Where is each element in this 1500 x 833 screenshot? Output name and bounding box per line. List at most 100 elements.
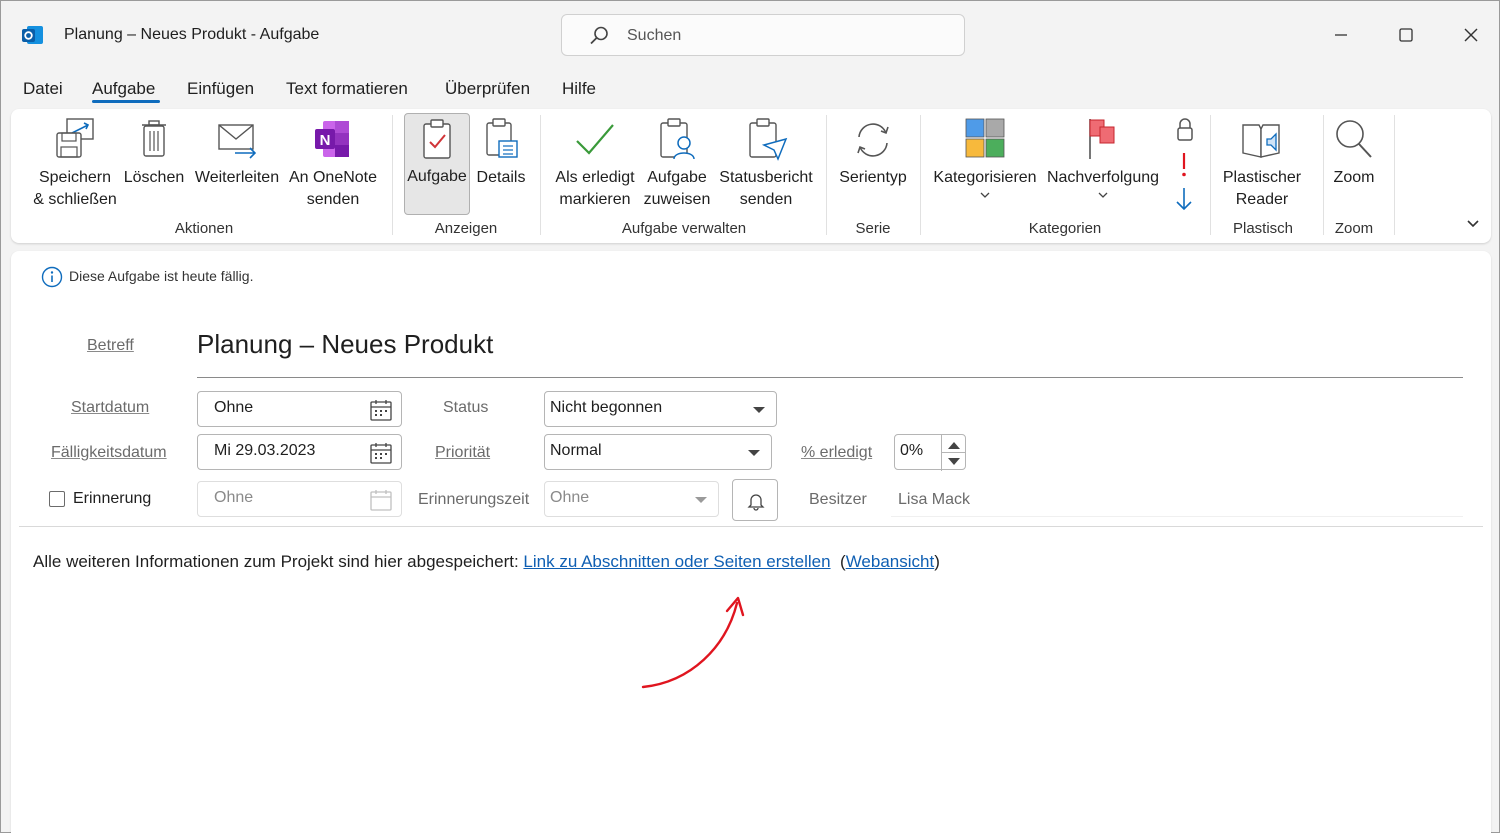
tab-ueberpruefen[interactable]: Überprüfen: [445, 79, 530, 99]
calendar-icon[interactable]: [369, 398, 393, 422]
assign-task-label-1: Aufgabe: [647, 169, 707, 186]
onenote-label-1: An OneNote: [288, 169, 378, 186]
recurrence-button[interactable]: Serientyp: [835, 117, 911, 189]
show-task-button[interactable]: Aufgabe: [404, 113, 470, 215]
status-dropdown[interactable]: Nicht begonnen: [544, 391, 777, 427]
high-importance-icon[interactable]: [1177, 151, 1191, 179]
outlook-app-icon: [22, 26, 43, 44]
save-close-label-1: Speichern: [38, 169, 112, 186]
flag-icon: [1089, 119, 1115, 159]
forward-label: Weiterleiten: [194, 169, 280, 186]
search-box[interactable]: Suchen: [561, 14, 965, 56]
status-report-icon: [749, 118, 788, 161]
onenote-icon: N: [315, 121, 349, 157]
owner-label: Besitzer: [809, 491, 867, 508]
chevron-down-icon: [748, 450, 760, 456]
details-button[interactable]: Details: [473, 117, 529, 189]
reminder-time-value: Ohne: [550, 489, 590, 506]
web-view-link[interactable]: Webansicht: [846, 552, 935, 571]
info-due-today: Diese Aufgabe ist heute fällig.: [69, 268, 254, 284]
percent-complete-spinner[interactable]: 0%: [894, 434, 966, 471]
group-label-aufgabe-verwalten: Aufgabe verwalten: [621, 220, 747, 237]
onenote-label-2: senden: [306, 191, 360, 208]
ribbon-separator: [1394, 115, 1395, 235]
assign-task-icon: [660, 118, 695, 160]
reminder-sound-button[interactable]: [732, 479, 778, 521]
subject-label: Betreff: [87, 337, 134, 354]
save-close-button[interactable]: Speichern & schließen: [29, 117, 121, 211]
ribbon-separator: [920, 115, 921, 235]
start-date-field[interactable]: Ohne: [197, 391, 402, 427]
reminder-checkbox[interactable]: [49, 491, 65, 507]
group-label-plastisch: Plastisch: [1232, 220, 1294, 237]
search-icon: [590, 26, 608, 45]
priority-label: Priorität: [435, 444, 491, 461]
close-paren: ): [934, 552, 940, 571]
group-label-serie: Serie: [855, 220, 891, 237]
spin-up-icon[interactable]: [947, 440, 961, 450]
status-report-label-2: senden: [739, 191, 793, 208]
reminder-time-dropdown[interactable]: Ohne: [544, 481, 719, 517]
reminder-date-field[interactable]: Ohne: [197, 481, 402, 517]
status-report-button[interactable]: Statusbericht senden: [715, 117, 817, 211]
tab-einfuegen[interactable]: Einfügen: [187, 79, 254, 99]
zoom-button[interactable]: Zoom: [1325, 117, 1383, 189]
title-bar: Planung – Neues Produkt - Aufgabe Suchen: [1, 1, 1499, 67]
tab-datei[interactable]: Datei: [23, 79, 63, 99]
subject-input[interactable]: Planung – Neues Produkt: [197, 329, 493, 360]
calendar-icon: [370, 490, 392, 511]
minimize-icon[interactable]: [1326, 21, 1356, 49]
group-label-aktionen: Aktionen: [174, 220, 234, 237]
tab-text-formatieren[interactable]: Text formatieren: [286, 79, 408, 99]
ribbon: Speichern & schließen Löschen Weiterleit…: [11, 109, 1491, 243]
zoom-label: Zoom: [1333, 169, 1375, 186]
tab-aufgabe[interactable]: Aufgabe: [92, 79, 155, 99]
task-form: Diese Aufgabe ist heute fällig. Betreff …: [11, 251, 1491, 833]
tab-hilfe[interactable]: Hilfe: [562, 79, 596, 99]
svg-text:N: N: [320, 132, 331, 149]
due-date-field[interactable]: Mi 29.03.2023: [197, 434, 402, 470]
categorize-icon: [965, 118, 1005, 158]
mark-complete-button[interactable]: Als erledigt markieren: [551, 117, 639, 211]
ribbon-separator: [1210, 115, 1211, 235]
low-importance-icon[interactable]: [1174, 185, 1194, 213]
ribbon-expand-chevron-icon[interactable]: [1466, 219, 1480, 229]
calendar-icon[interactable]: [369, 441, 393, 465]
forward-button[interactable]: Weiterleiten: [191, 117, 283, 189]
task-clipboard-icon: [423, 119, 451, 159]
save-close-icon: [56, 118, 94, 158]
chevron-down-icon: [1098, 192, 1108, 198]
spin-down-icon[interactable]: [947, 457, 961, 467]
mark-complete-label-1: Als erledigt: [555, 169, 635, 186]
window-title: Planung – Neues Produkt - Aufgabe: [64, 26, 320, 43]
immersive-reader-icon: [1242, 124, 1280, 158]
checkmark-icon: [576, 124, 614, 155]
reminder-label: Erinnerung: [73, 490, 152, 507]
send-to-onenote-button[interactable]: N An OneNote senden: [285, 117, 381, 211]
start-date-value: Ohne: [214, 399, 254, 416]
search-placeholder: Suchen: [627, 27, 682, 44]
maximize-icon[interactable]: [1391, 21, 1421, 49]
ribbon-separator: [1323, 115, 1324, 235]
save-close-label-2: & schließen: [33, 191, 117, 208]
priority-value: Normal: [550, 442, 602, 459]
group-label-kategorien: Kategorien: [1028, 220, 1102, 237]
create-link-link[interactable]: Link zu Abschnitten oder Seiten erstelle…: [523, 552, 830, 571]
details-icon: [486, 118, 518, 158]
reminder-time-label: Erinnerungszeit: [418, 491, 530, 508]
categorize-label: Kategorisieren: [933, 169, 1037, 186]
trash-icon: [142, 120, 166, 157]
zoom-icon: [1336, 120, 1372, 158]
delete-button[interactable]: Löschen: [123, 117, 185, 189]
task-body-text[interactable]: Alle weiteren Informationen zum Projekt …: [33, 552, 940, 572]
immersive-reader-button[interactable]: Plastischer Reader: [1219, 117, 1305, 211]
follow-up-button[interactable]: Nachverfolgung: [1043, 117, 1163, 199]
private-lock-icon[interactable]: [1174, 117, 1196, 143]
active-tab-indicator: [92, 100, 160, 103]
ribbon-separator: [826, 115, 827, 235]
close-icon[interactable]: [1456, 21, 1486, 49]
assign-task-button[interactable]: Aufgabe zuweisen: [641, 117, 713, 211]
categorize-button[interactable]: Kategorisieren: [931, 117, 1039, 199]
owner-value: Lisa Mack: [898, 491, 971, 508]
priority-dropdown[interactable]: Normal: [544, 434, 772, 470]
